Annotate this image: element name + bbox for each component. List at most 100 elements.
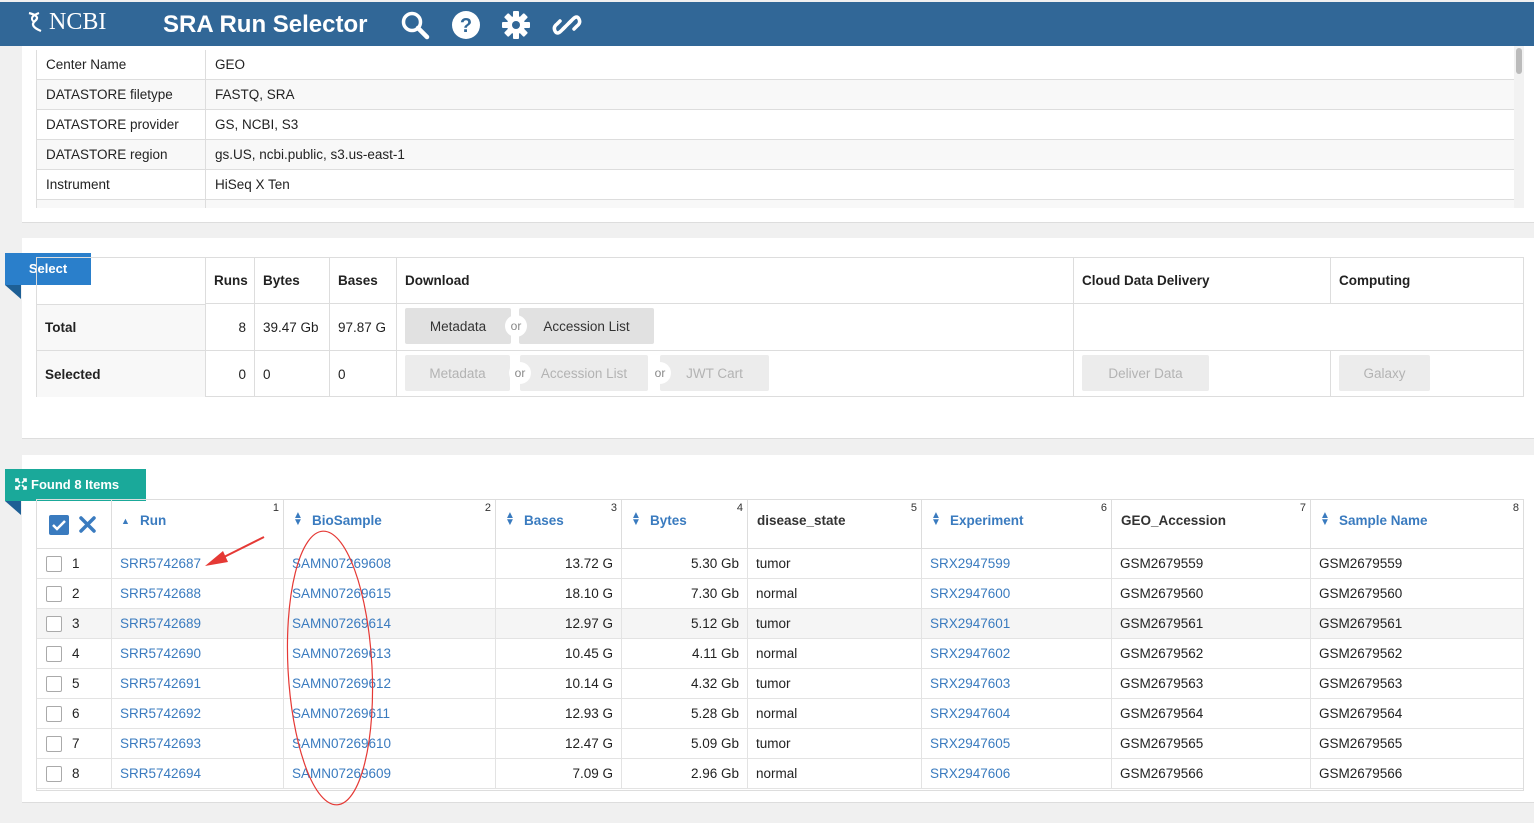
select-all-checkbox-icon[interactable]: [49, 515, 69, 535]
row-checkbox[interactable]: [46, 586, 62, 602]
table-row[interactable]: 3 SRR5742689 SAMN07269614 12.97 G 5.12 Gb tum…: [37, 609, 1523, 639]
run-link[interactable]: SRR5742692: [120, 706, 201, 721]
metadata-scrollbar[interactable]: [1514, 46, 1524, 208]
or-separator: or: [509, 362, 531, 384]
row-checkbox[interactable]: [46, 706, 62, 722]
jwt-cart-button[interactable]: JWT Cart: [660, 355, 769, 391]
disease-state-value: normal: [756, 646, 798, 661]
selected-metadata-button[interactable]: Metadata: [405, 355, 510, 391]
column-header-run[interactable]: ▲ Run 1: [112, 500, 284, 549]
bases-cell: 13.72 G: [496, 549, 622, 579]
table-row[interactable]: 7 SRR5742693 SAMN07269610 12.47 G 5.09 Gb tum…: [37, 729, 1523, 759]
row-select-cell: 3: [37, 609, 112, 639]
sort-icon: ▲ ▼: [631, 510, 641, 528]
biosample-link[interactable]: SAMN07269612: [292, 676, 391, 691]
row-number: 3: [72, 616, 80, 631]
run-cell: SRR5742693: [112, 729, 284, 759]
geo-accession-value: GSM2679566: [1120, 766, 1204, 781]
row-number: 2: [72, 586, 80, 601]
biosample-cell: SAMN07269609: [284, 759, 496, 789]
column-header-biosample[interactable]: ▲ ▼ BioSample 2: [284, 500, 496, 549]
sort-icon: ▲ ▼: [293, 510, 303, 528]
row-checkbox[interactable]: [46, 736, 62, 752]
biosample-link[interactable]: SAMN07269608: [292, 556, 391, 571]
run-link[interactable]: SRR5742687: [120, 556, 201, 571]
scrollbar-thumb[interactable]: [1516, 48, 1522, 74]
deliver-data-button[interactable]: Deliver Data: [1082, 355, 1209, 391]
clear-selection-icon[interactable]: [79, 516, 96, 533]
run-cell: SRR5742691: [112, 669, 284, 699]
run-link[interactable]: SRR5742694: [120, 766, 201, 781]
ncbi-logo[interactable]: NCBI: [24, 9, 106, 36]
experiment-link[interactable]: SRX2947601: [930, 616, 1010, 631]
bases-cell: 12.93 G: [496, 699, 622, 729]
table-row[interactable]: 4 SRR5742690 SAMN07269613 10.45 G 4.11 Gb nor…: [37, 639, 1523, 669]
total-accession-list-button[interactable]: Accession List: [519, 308, 654, 344]
sample-name-cell: GSM2679566: [1311, 759, 1523, 789]
metadata-key: [37, 200, 206, 208]
row-checkbox[interactable]: [46, 556, 62, 572]
total-label: Total: [37, 304, 206, 351]
experiment-link[interactable]: SRX2947604: [930, 706, 1010, 721]
metadata-key: Center Name: [37, 50, 206, 79]
run-cell: SRR5742694: [112, 759, 284, 789]
found-items-tab[interactable]: Found 8 Items: [5, 469, 146, 501]
geo-accession-value: GSM2679560: [1120, 586, 1204, 601]
run-link[interactable]: SRR5742693: [120, 736, 201, 751]
column-number: 4: [736, 502, 743, 514]
selected-accession-list-button[interactable]: Accession List: [520, 355, 648, 391]
experiment-link[interactable]: SRX2947602: [930, 646, 1010, 661]
experiment-link[interactable]: SRX2947603: [930, 676, 1010, 691]
row-checkbox[interactable]: [46, 676, 62, 692]
row-number: 5: [72, 676, 80, 691]
column-header-sample-name[interactable]: ▲ ▼ Sample Name 8: [1311, 500, 1523, 549]
or-separator: or: [649, 362, 671, 384]
total-metadata-button[interactable]: Metadata: [405, 308, 511, 344]
column-header-bytes[interactable]: ▲ ▼ Bytes 4: [622, 500, 748, 549]
metadata-row: Center Name GEO: [37, 50, 1514, 80]
experiment-link[interactable]: SRX2947606: [930, 766, 1010, 781]
biosample-link[interactable]: SAMN07269609: [292, 766, 391, 781]
link-icon[interactable]: [552, 10, 582, 40]
run-link[interactable]: SRR5742689: [120, 616, 201, 631]
bases-cell: 7.09 G: [496, 759, 622, 789]
row-checkbox[interactable]: [46, 646, 62, 662]
biosample-cell: SAMN07269611: [284, 699, 496, 729]
biosample-link[interactable]: SAMN07269613: [292, 646, 391, 661]
biosample-link[interactable]: SAMN07269610: [292, 736, 391, 751]
experiment-link[interactable]: SRX2947605: [930, 736, 1010, 751]
run-link[interactable]: SRR5742688: [120, 586, 201, 601]
search-icon[interactable]: [400, 10, 430, 40]
galaxy-button[interactable]: Galaxy: [1339, 355, 1430, 391]
sample-name-cell: GSM2679559: [1311, 549, 1523, 579]
run-link[interactable]: SRR5742691: [120, 676, 201, 691]
select-summary-table: Runs Bytes Bases Download Cloud Data Del…: [36, 257, 1524, 397]
column-header-bases[interactable]: ▲ ▼ Bases 3: [496, 500, 622, 549]
disease-state-value: tumor: [756, 736, 791, 751]
table-row[interactable]: 1 SRR5742687 SAMN07269608 13.72 G 5.30 Gb tum…: [37, 549, 1523, 579]
column-header-disease-state[interactable]: disease_state 5: [748, 500, 922, 549]
experiment-link[interactable]: SRX2947600: [930, 586, 1010, 601]
run-cell: SRR5742689: [112, 609, 284, 639]
table-row[interactable]: 5 SRR5742691 SAMN07269612 10.14 G 4.32 Gb tum…: [37, 669, 1523, 699]
experiment-cell: SRX2947599: [922, 549, 1112, 579]
experiment-link[interactable]: SRX2947599: [930, 556, 1010, 571]
column-header-geo-accession[interactable]: GEO_Accession 7: [1112, 500, 1311, 549]
biosample-link[interactable]: SAMN07269611: [292, 706, 390, 721]
biosample-link[interactable]: SAMN07269615: [292, 586, 391, 601]
run-link[interactable]: SRR5742690: [120, 646, 201, 661]
selected-bases: 0: [330, 351, 397, 397]
biosample-link[interactable]: SAMN07269614: [292, 616, 391, 631]
settings-icon[interactable]: [501, 10, 531, 40]
bytes-value: 4.11 Gb: [691, 646, 739, 661]
table-row[interactable]: 2 SRR5742688 SAMN07269615 18.10 G 7.30 Gb nor…: [37, 579, 1523, 609]
geo-accession-cell: GSM2679563: [1112, 669, 1311, 699]
table-row[interactable]: 6 SRR5742692 SAMN07269611 12.93 G 5.28 Gb nor…: [37, 699, 1523, 729]
row-checkbox[interactable]: [46, 616, 62, 632]
download-header: Download: [397, 258, 1074, 304]
row-checkbox[interactable]: [46, 766, 62, 782]
column-header-experiment[interactable]: ▲ ▼ Experiment 6: [922, 500, 1112, 549]
table-row[interactable]: 8 SRR5742694 SAMN07269609 7.09 G 2.96 Gb norm…: [37, 759, 1523, 789]
metadata-table: Center Name GEO DATASTORE filetype FASTQ, …: [36, 50, 1514, 208]
help-icon[interactable]: ?: [451, 10, 481, 40]
